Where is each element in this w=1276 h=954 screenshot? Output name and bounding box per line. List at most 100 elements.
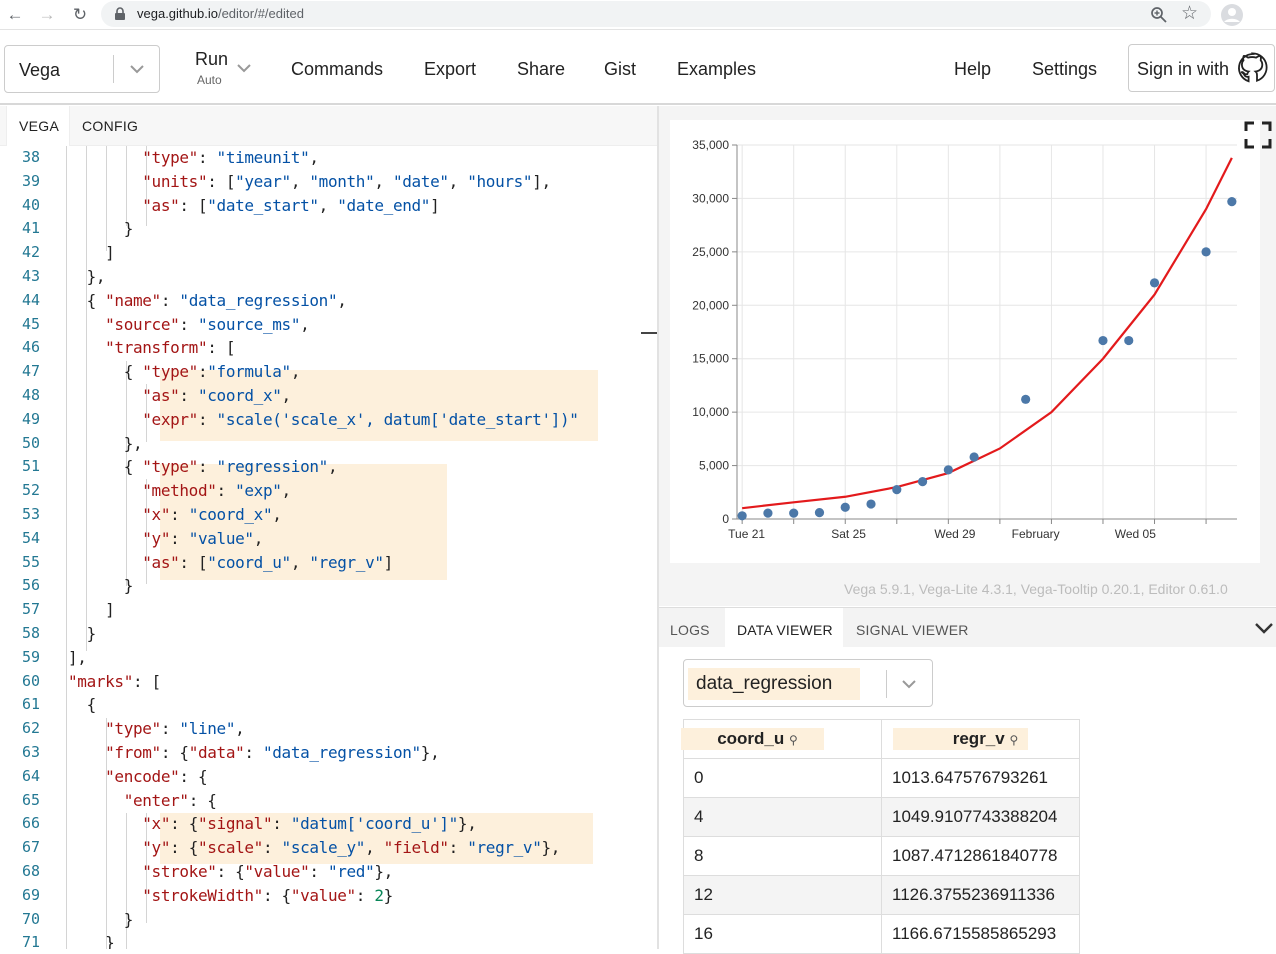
line-number: 64 [21,766,40,785]
data-point [814,507,825,518]
url-text: vega.github.io/editor/#/edited [137,6,304,21]
collapse-chevron-icon[interactable] [1254,622,1274,634]
lock-icon [115,7,125,20]
table-cell: 0 [683,758,882,798]
y-tick-label: 5,000 [699,459,729,473]
table-row: 16 1166.6715585865293 [683,914,1080,954]
mode-select-value: Vega [19,60,61,80]
tab-signal-viewer[interactable]: SIGNAL VIEWER [856,622,969,638]
app-toolbar: Vega Run Auto Commands Export Share Gist… [0,31,1276,105]
search-icon[interactable]: ⚲ [789,733,798,747]
column-header-coord-u[interactable]: coord_u ⚲ [681,719,882,759]
data-point [866,499,876,509]
sign-in-label: Sign in with [1137,59,1230,79]
data-point [763,508,773,518]
chart-card: 0 5,000 10,000 15,000 20,000 25,000 30,000 35,0… [670,120,1260,563]
export-button[interactable]: Export [424,59,476,80]
column-header-label: coord_u [717,729,785,748]
line-number: 67 [21,838,40,857]
data-point [1227,197,1237,207]
data-point [917,477,928,487]
sign-in-button[interactable]: Sign in with [1128,44,1275,92]
code-line: "stroke": {"value": "red"}, [142,862,393,881]
dataset-select[interactable]: data_regression [683,659,933,707]
code-line: "units": ["year", "month", "date", "hour… [142,171,551,191]
zoom-icon[interactable] [1150,6,1168,24]
tab-logs[interactable]: LOGS [670,622,710,638]
settings-button[interactable]: Settings [1032,59,1097,80]
data-point [1098,335,1108,346]
line-number: 63 [21,743,40,761]
table-cell: 8 [683,836,882,876]
chevron-down-icon[interactable] [129,64,145,74]
editor-tabs: VEGA CONFIG [0,106,657,146]
indent-guide [66,146,67,949]
line-number: 45 [21,314,40,333]
code-line: "from": {"data": "data_regression"}, [105,743,440,762]
tab-vega[interactable]: VEGA [19,118,59,134]
code-line: "x": "coord_x", [142,505,282,524]
viewer-tabs: LOGS DATA VIEWER SIGNAL VIEWER [659,607,1276,648]
line-number: 39 [21,171,40,190]
data-point [1201,247,1211,257]
back-icon[interactable]: ← [4,4,26,26]
search-icon[interactable]: ⚲ [1009,733,1018,747]
code-line: ], [68,647,87,667]
column-header-label: regr_v [952,729,1005,748]
code-line: }, [68,433,143,453]
table-cell: 1049.9107743388204 [881,797,1080,837]
line-number: 54 [21,528,40,547]
run-button[interactable]: Run [195,49,228,70]
line-number: 56 [21,576,40,595]
x-tick-label: Wed 29 [934,527,975,541]
code-line: { "type":"formula", [68,362,301,382]
data-table-body: 0 1013.647576793261 4 1049.9107743388204 8 10… [683,758,1080,954]
column-header-regr-v[interactable]: regr_v ⚲ [881,719,1080,759]
examples-button[interactable]: Examples [677,59,756,80]
commands-button[interactable]: Commands [291,59,383,80]
code-line: "expr": "scale('scale_x', datum['date_st… [142,409,579,429]
address-bar[interactable]: vega.github.io/editor/#/edited [101,1,1211,27]
mode-select[interactable]: Vega [4,45,160,93]
help-button[interactable]: Help [954,59,991,80]
data-point [1124,335,1134,346]
x-tick-label: Wed 05 [1115,527,1156,541]
y-tick-label: 30,000 [692,191,729,205]
share-button[interactable]: Share [517,59,565,80]
code-line: } [68,933,115,949]
y-tick-label: 25,000 [692,245,729,259]
fullscreen-icon[interactable] [1244,121,1272,149]
code-line: } [68,219,134,239]
line-number: 42 [21,243,40,262]
table-cell: 1126.3755236911336 [881,875,1080,915]
tab-data-viewer[interactable]: DATA VIEWER [737,622,833,638]
y-tick-label: 15,000 [692,352,729,366]
code-line: "method": "exp", [142,481,291,501]
line-number: 69 [21,885,40,904]
data-point [1021,394,1031,404]
gist-button[interactable]: Gist [604,59,636,80]
code-editor[interactable]: 38 39 40 41 42 43 44 45 46 47 48 49 50 51 52 53 54 55 56 57… [0,146,657,949]
reload-icon[interactable]: ↻ [69,4,91,26]
dataset-select-value: data_regression [696,673,833,694]
line-number: 38 [21,148,40,166]
line-number: 49 [21,409,40,428]
line-number: 51 [21,457,40,476]
line-number: 53 [21,505,40,523]
run-chevron-down-icon[interactable] [236,63,252,73]
line-number: 40 [21,195,40,214]
x-tick-label: February [1012,527,1060,541]
line-number: 41 [21,219,40,238]
line-number: 50 [21,433,40,452]
line-number: 44 [21,290,40,309]
run-mode-label: Auto [197,73,222,87]
chevron-down-icon[interactable] [901,679,917,689]
bookmark-star-icon[interactable]: ☆ [1181,2,1198,25]
line-number: 70 [21,909,40,928]
forward-icon[interactable]: → [36,4,58,26]
editor-scroll-marker[interactable] [641,332,657,334]
tab-config[interactable]: CONFIG [82,118,138,134]
profile-avatar-icon[interactable] [1220,3,1244,27]
code-line: "strokeWidth": {"value": 2} [142,885,393,905]
data-point [943,465,953,475]
